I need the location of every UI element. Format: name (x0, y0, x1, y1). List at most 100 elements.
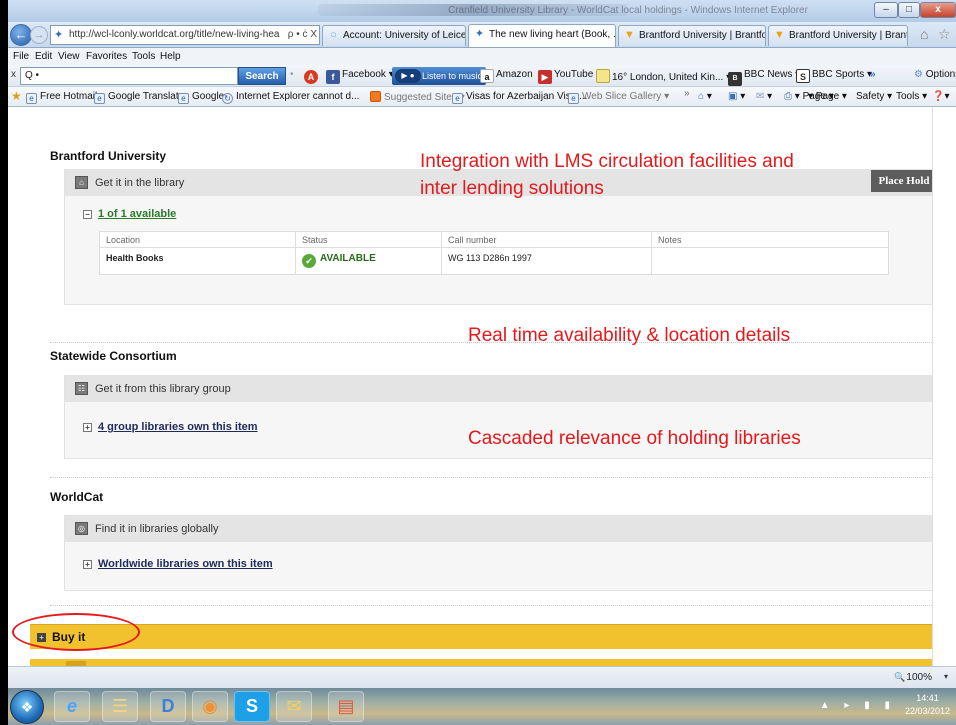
home-icon[interactable]: ⌂ (920, 26, 928, 42)
toolbar-more-chevron[interactable]: » (870, 69, 876, 80)
annotation-circle-buy-it (12, 613, 140, 651)
address-bar[interactable]: ✦ http://wcl-lconly.worldcat.org/title/n… (50, 25, 320, 45)
cmd-home[interactable]: ⌂ ▾ (698, 91, 712, 102)
annotation-lms-line2: inter lending solutions (420, 178, 604, 199)
tab-label: Brantford University | Brantfor... (789, 30, 908, 41)
col-status: Status (295, 231, 442, 248)
cmd-safety[interactable]: Safety ▾ (856, 91, 892, 102)
toolbar-weather[interactable]: 16° London, United Kin... ▾ (596, 69, 731, 83)
taskbar-clock[interactable]: 14:41 22/03/2012 (905, 692, 950, 718)
holdings-table-header: Location Status Call number Notes (99, 231, 889, 248)
menu-tools[interactable]: Tools (132, 51, 155, 62)
toolbar-facebook[interactable]: f Facebook ▾ (326, 69, 394, 84)
menu-file[interactable]: File (13, 51, 29, 62)
feeds-icon: ▣ (728, 91, 738, 102)
menu-view[interactable]: View (58, 51, 80, 62)
zoom-dropdown-icon[interactable]: ▾ (944, 672, 948, 681)
cmd-mail[interactable]: ✉ ▾ (756, 91, 772, 102)
expand-icon[interactable]: + (83, 423, 92, 432)
separator-icon: • (290, 69, 294, 80)
back-button[interactable]: ← (10, 24, 32, 46)
buy-it-bar[interactable]: + Buy it (30, 624, 932, 649)
screen: Cranfield University Library - WorldCat … (8, 0, 956, 725)
panel-label-global: Find it in libraries globally (95, 523, 219, 535)
listen-to-music-button[interactable]: ▶ ● Listen to music (392, 67, 487, 85)
page-content: Brantford University ⌂ Get it in the lib… (8, 107, 956, 673)
toolbar-bbc-news[interactable]: B BBC News ▾ (728, 69, 800, 86)
close-window-button[interactable]: x (920, 2, 956, 18)
fav-google-translate[interactable]: e Google Translate (94, 91, 184, 104)
collapse-icon[interactable]: − (83, 210, 92, 219)
toolbar-close-icon[interactable]: x (11, 69, 16, 80)
ask-icon[interactable]: A (304, 69, 320, 84)
mail-taskbar-icon[interactable]: ✉ (276, 691, 312, 722)
system-tray-icons[interactable]: ▲ ▸ ▮ ▮ (820, 700, 896, 711)
address-tools[interactable]: ρ • ċ X (284, 26, 317, 44)
divider (50, 477, 948, 478)
zoom-level[interactable]: 100% (894, 672, 932, 683)
maximize-button[interactable]: □ (898, 2, 920, 18)
powerpoint-taskbar-icon[interactable]: ▤ (328, 691, 364, 722)
skype-taskbar-icon[interactable]: S (234, 691, 270, 722)
section-title-statewide: Statewide Consortium (50, 349, 177, 363)
print-icon: ⎙ (784, 91, 792, 102)
ie-page-icon: e (178, 93, 189, 104)
media-taskbar-icon[interactable]: D (150, 691, 186, 722)
minimize-button[interactable]: – (874, 2, 898, 18)
cell-status: ✔ AVAILABLE (295, 247, 442, 275)
explorer-taskbar-icon[interactable]: ☰ (102, 691, 138, 722)
worldwide-libraries-link[interactable]: + Worldwide libraries own this item (83, 558, 273, 570)
tab-new-living-heart[interactable]: ✦ The new living heart (Book, ... × (468, 24, 616, 47)
cmd-page[interactable]: ▾ Page ▾ (808, 91, 847, 102)
globe-icon: ◎ (75, 522, 88, 535)
play-icon: ▶ ● (395, 69, 421, 83)
shield-icon: ▼ (774, 29, 785, 41)
toolbar-amazon[interactable]: a Amazon (480, 69, 533, 83)
tab-brantford-1[interactable]: ▼ Brantford University | Brantfor... (618, 25, 766, 46)
toolbar-search-button[interactable]: Search (238, 67, 286, 85)
mail-icon: ✉ (756, 91, 765, 102)
fav-overflow-chevron[interactable]: » (684, 88, 690, 99)
tab-brantford-2[interactable]: ▼ Brantford University | Brantfor... (768, 25, 908, 46)
expand-icon[interactable]: + (83, 560, 92, 569)
forward-button[interactable]: → (30, 26, 48, 44)
menu-help[interactable]: Help (160, 51, 181, 62)
annotation-cascaded: Cascaded relevance of holding libraries (468, 428, 801, 449)
fav-suggested-sites[interactable]: Suggested Sites ▾ (370, 91, 465, 103)
fav-web-slice-gallery[interactable]: e Web Slice Gallery ▾ (568, 91, 669, 104)
col-location: Location (99, 231, 296, 248)
cmd-feeds[interactable]: ▣ ▾ (728, 91, 745, 102)
cmd-tools[interactable]: Tools ▾ (896, 91, 927, 102)
tab-account-leicester[interactable]: ○ Account: University of Leiceste... (322, 25, 466, 46)
ie-page-icon: e (26, 93, 37, 104)
tab-label: Account: University of Leiceste... (343, 30, 466, 41)
toolbar-youtube[interactable]: ▶ YouTube (538, 69, 593, 84)
window-title: Cranfield University Library - WorldCat … (448, 5, 808, 16)
place-hold-button[interactable]: Place Hold (871, 170, 937, 192)
annotation-realtime: Real time availability & location detail… (468, 325, 791, 346)
favorites-star-icon[interactable]: ☆ (938, 26, 951, 43)
cmd-help[interactable]: ❓▾ (932, 91, 949, 102)
help-icon: ❓ (932, 91, 945, 102)
clock-time: 14:41 (916, 693, 939, 703)
panel-label-group: Get it from this library group (95, 383, 231, 395)
worldcat-favicon-icon: ✦ (54, 29, 64, 41)
toolbar-search-input[interactable]: Q • (20, 67, 238, 85)
fav-ie-cannot[interactable]: ↻ Internet Explorer cannot d... (222, 91, 359, 104)
panel-head-group: ☷ Get it from this library group (65, 376, 937, 402)
toolbar-bbc-sports[interactable]: S BBC Sports ▾ (796, 69, 872, 83)
menu-edit[interactable]: Edit (35, 51, 52, 62)
favorites-star-icon[interactable]: ★ (11, 89, 22, 103)
fav-free-hotmail[interactable]: e Free Hotmail (26, 91, 97, 104)
group-libraries-link[interactable]: +4 group libraries own this item (83, 421, 258, 433)
ie-taskbar-icon[interactable]: e (54, 691, 90, 722)
amazon-icon: a (480, 69, 494, 83)
availability-link[interactable]: −1 of 1 available (83, 208, 176, 220)
fav-google[interactable]: e Google (178, 91, 224, 104)
toolbar-options[interactable]: ⚙ Options ▾ (914, 69, 956, 80)
start-button[interactable]: ❖ (10, 690, 44, 724)
section-title-worldcat: WorldCat (50, 490, 104, 504)
menu-favorites[interactable]: Favorites (86, 51, 127, 62)
tab-label: The new living heart (Book, ... × (489, 29, 616, 40)
firefox-taskbar-icon[interactable]: ◉ (192, 691, 228, 722)
